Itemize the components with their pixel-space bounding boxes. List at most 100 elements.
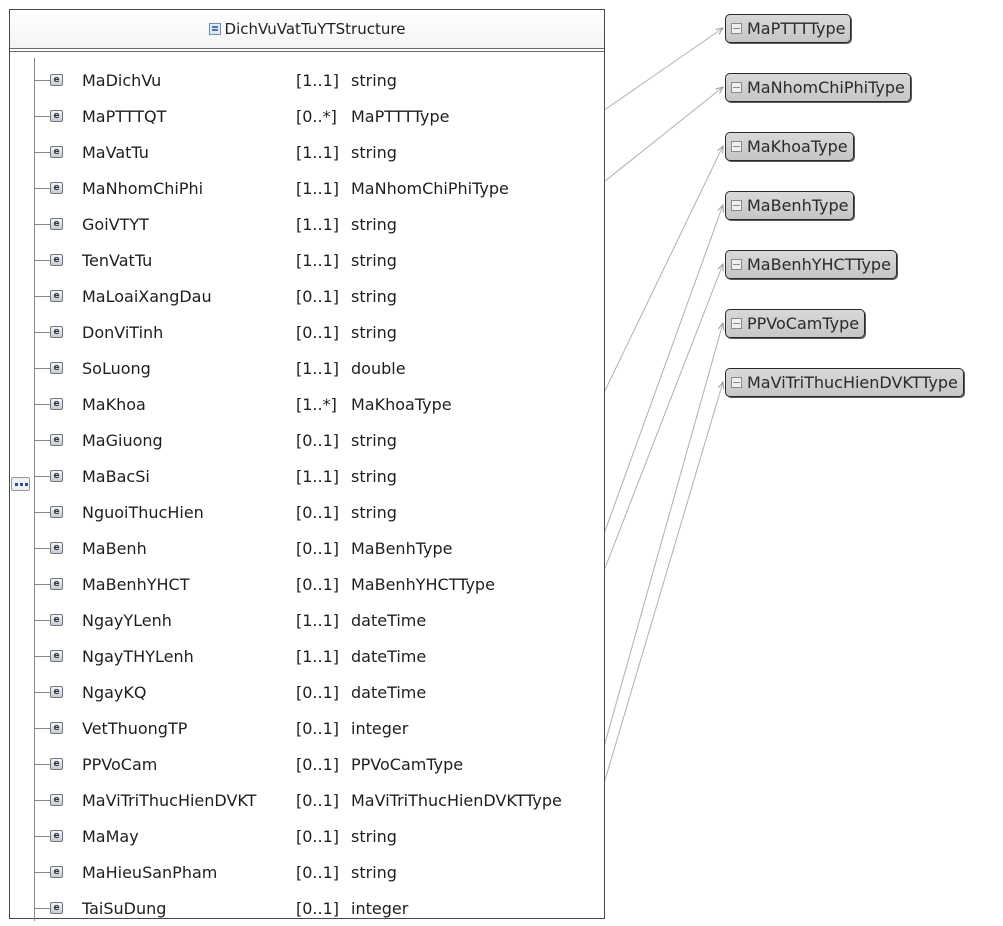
- element-name: MaViTriThucHienDVKT: [82, 790, 257, 810]
- element-cardinality: [1..1]: [296, 358, 340, 378]
- element-icon: e: [50, 722, 63, 734]
- element-row[interactable]: e MaVatTu [1..1] string: [34, 134, 606, 170]
- type-reference-box[interactable]: MaPTTTType: [725, 14, 852, 43]
- tree-branch-line: [34, 835, 50, 837]
- element-type: MaPTTTType: [351, 106, 450, 126]
- element-icon: e: [50, 146, 63, 158]
- tree-branch-line: [34, 799, 50, 801]
- type-reference-box[interactable]: MaViTriThucHienDVKTType: [725, 368, 964, 397]
- element-cardinality: [0..1]: [296, 790, 340, 810]
- element-type: string: [351, 502, 397, 522]
- element-cardinality: [1..1]: [296, 70, 340, 90]
- element-row[interactable]: e MaDichVu [1..1] string: [34, 62, 606, 98]
- element-row[interactable]: e MaKhoa [1..*] MaKhoaType: [34, 386, 606, 422]
- element-row[interactable]: e MaNhomChiPhi [1..1] MaNhomChiPhiType: [34, 170, 606, 206]
- complex-type-icon: [208, 23, 221, 35]
- element-row[interactable]: e DonViTinh [0..1] string: [34, 314, 606, 350]
- element-icon: e: [50, 218, 63, 230]
- element-cardinality: [0..1]: [296, 754, 340, 774]
- type-reference-box[interactable]: PPVoCamType: [725, 309, 866, 338]
- element-row[interactable]: e MaViTriThucHienDVKT [0..1] MaViTriThucHie…: [34, 782, 606, 818]
- tree-branch-line: [34, 223, 50, 225]
- element-type: string: [351, 250, 397, 270]
- element-row[interactable]: e MaBenh [0..1] MaBenhType: [34, 530, 606, 566]
- element-row[interactable]: e MaPTTTQT [0..*] MaPTTTType: [34, 98, 606, 134]
- element-row[interactable]: e NguoiThucHien [0..1] string: [34, 494, 606, 530]
- element-icon: e: [50, 470, 63, 482]
- element-cardinality: [0..1]: [296, 682, 340, 702]
- connector-line: [599, 264, 723, 582]
- element-cardinality: [0..1]: [296, 718, 340, 738]
- structure-box[interactable]: DichVuVatTuYTStructure e MaDichVu [1..1] st…: [9, 9, 606, 921]
- tree-branch-line: [34, 187, 50, 189]
- element-name: MaDichVu: [82, 70, 162, 90]
- element-icon: e: [50, 326, 63, 338]
- element-cardinality: [1..1]: [296, 142, 340, 162]
- tree-branch-line: [34, 295, 50, 297]
- structure-title: DichVuVatTuYTStructure: [224, 20, 406, 38]
- element-type: dateTime: [351, 682, 427, 702]
- element-type: MaBenhYHCTType: [351, 574, 495, 594]
- element-cardinality: [1..1]: [296, 178, 340, 198]
- type-reference-label: PPVoCamType: [747, 314, 860, 333]
- element-name: MaBenhYHCT: [82, 574, 190, 594]
- tree-branch-line: [34, 511, 50, 513]
- tree-branch-line: [34, 871, 50, 873]
- element-row[interactable]: e MaGiuong [0..1] string: [34, 422, 606, 458]
- connector-line: [599, 87, 723, 186]
- element-row[interactable]: e TaiSuDung [0..1] integer: [34, 890, 606, 926]
- element-icon: e: [50, 578, 63, 590]
- element-name: VetThuongTP: [82, 718, 188, 738]
- tree-branch-line: [34, 367, 50, 369]
- connector-line: [599, 205, 723, 546]
- tree-branch-line: [34, 475, 50, 477]
- element-row[interactable]: e GoiVTYT [1..1] string: [34, 206, 606, 242]
- type-reference-box[interactable]: MaBenhYHCTType: [725, 250, 897, 279]
- element-row[interactable]: e MaBacSi [1..1] string: [34, 458, 606, 494]
- element-row[interactable]: e NgayKQ [0..1] dateTime: [34, 674, 606, 710]
- element-type: integer: [351, 718, 409, 738]
- element-name: MaBenh: [82, 538, 147, 558]
- tree-branch-line: [34, 403, 50, 405]
- element-icon: e: [50, 830, 63, 842]
- element-row[interactable]: e MaLoaiXangDau [0..1] string: [34, 278, 606, 314]
- sequence-compositor-icon[interactable]: [11, 477, 30, 491]
- element-row[interactable]: e NgayYLenh [1..1] dateTime: [34, 602, 606, 638]
- element-icon: e: [50, 542, 63, 554]
- element-icon: e: [50, 686, 63, 698]
- element-name: MaNhomChiPhi: [82, 178, 204, 198]
- element-row[interactable]: e VetThuongTP [0..1] integer: [34, 710, 606, 746]
- element-icon: e: [50, 254, 63, 266]
- connector-line: [599, 28, 723, 114]
- element-name: PPVoCam: [82, 754, 158, 774]
- element-cardinality: [0..*]: [296, 106, 337, 126]
- element-name: GoiVTYT: [82, 214, 149, 234]
- type-reference-label: MaViTriThucHienDVKTType: [747, 373, 958, 392]
- element-name: NgayKQ: [82, 682, 147, 702]
- element-icon: e: [50, 74, 63, 86]
- type-reference-box[interactable]: MaBenhType: [725, 191, 855, 220]
- element-row[interactable]: e PPVoCam [0..1] PPVoCamType: [34, 746, 606, 782]
- element-row[interactable]: e MaMay [0..1] string: [34, 818, 606, 854]
- type-reference-label: MaKhoaType: [747, 137, 848, 156]
- element-row[interactable]: e SoLuong [1..1] double: [34, 350, 606, 386]
- element-icon: e: [50, 182, 63, 194]
- element-row[interactable]: e MaHieuSanPham [0..1] string: [34, 854, 606, 890]
- type-reference-label: MaNhomChiPhiType: [747, 78, 905, 97]
- element-row[interactable]: e NgayTHYLenh [1..1] dateTime: [34, 638, 606, 674]
- tree-branch-line: [34, 763, 50, 765]
- element-cardinality: [0..1]: [296, 826, 340, 846]
- type-reference-box[interactable]: MaKhoaType: [725, 132, 854, 161]
- tree-branch-line: [34, 115, 50, 117]
- connector-line: [599, 146, 723, 402]
- element-type: string: [351, 70, 397, 90]
- element-icon: e: [50, 650, 63, 662]
- type-reference-box[interactable]: MaNhomChiPhiType: [725, 73, 911, 102]
- element-row[interactable]: e TenVatTu [1..1] string: [34, 242, 606, 278]
- element-icon: e: [50, 506, 63, 518]
- type-reference-label: MaBenhYHCTType: [747, 255, 891, 274]
- element-type: integer: [351, 898, 409, 918]
- element-type: string: [351, 862, 397, 882]
- element-row[interactable]: e MaBenhYHCT [0..1] MaBenhYHCTType: [34, 566, 606, 602]
- element-name: NguoiThucHien: [82, 502, 204, 522]
